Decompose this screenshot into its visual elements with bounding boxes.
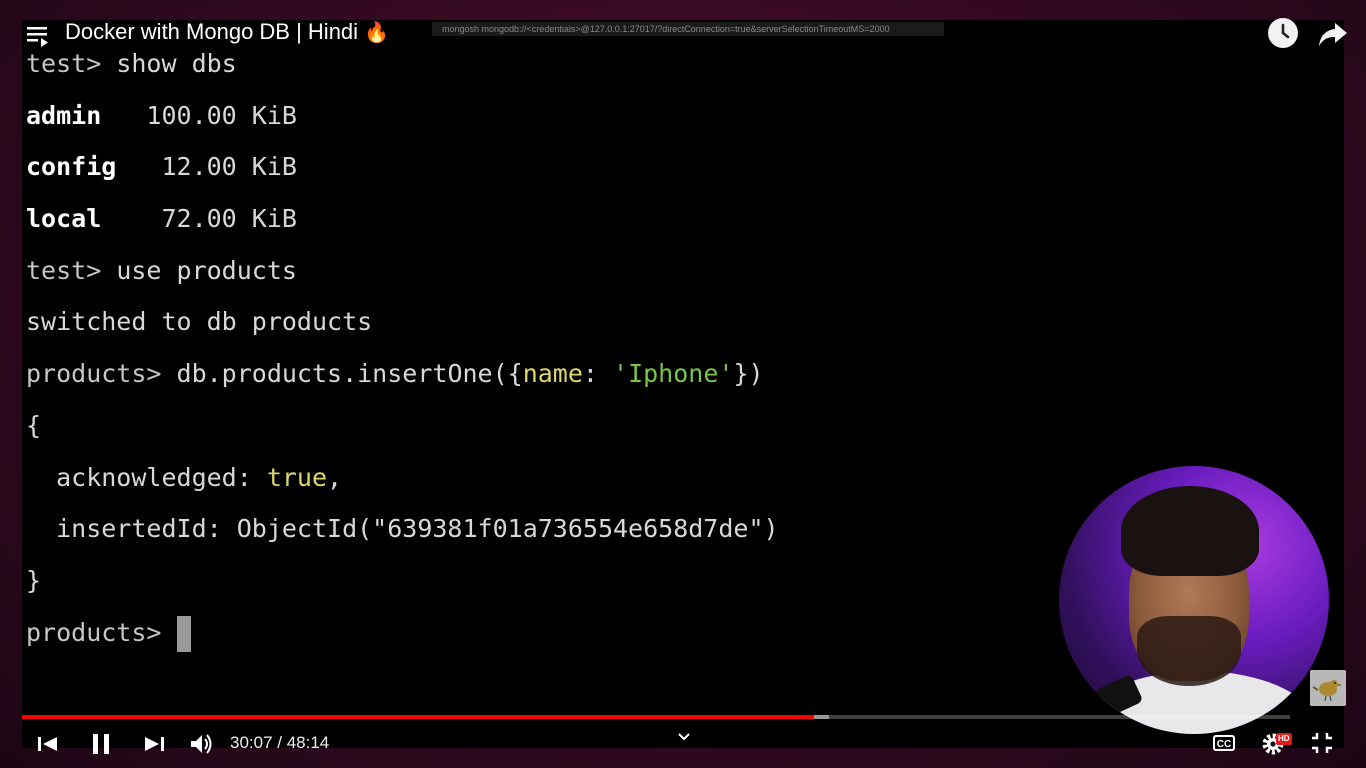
terminal-line: config 12.00 KiB — [26, 145, 1044, 197]
command-end: }) — [733, 359, 764, 389]
terminal-line: switched to db products — [26, 300, 1044, 352]
object-key: name — [522, 359, 583, 389]
db-size: 12.00 KiB — [116, 152, 297, 182]
presenter-beard — [1137, 616, 1241, 686]
terminal-line: insertedId: ObjectId("639381f01a736554e6… — [26, 507, 1044, 559]
presenter-hair — [1121, 486, 1259, 576]
chevron-down-icon[interactable] — [674, 730, 694, 744]
output-text: insertedId: ObjectId("639381f01a736554e6… — [26, 514, 779, 544]
prompt: test> — [26, 255, 117, 285]
player-controls: 30:07 / 48:14 CC HD — [22, 726, 1344, 762]
clock-icon[interactable] — [1268, 18, 1298, 48]
prompt: test> — [26, 49, 117, 78]
video-title-text: Docker with Mongo DB | Hindi — [65, 19, 359, 44]
fire-emoji: 🔥 — [364, 22, 390, 44]
volume-icon[interactable] — [188, 730, 214, 758]
terminal-line: test> use products — [26, 249, 1044, 301]
string-value: 'Iphone' — [613, 359, 734, 389]
boolean-value: true — [266, 462, 328, 492]
command: show dbs — [116, 49, 237, 78]
playlist-icon[interactable] — [26, 24, 52, 48]
player-top-bar: Docker with Mongo DB | Hindi 🔥 — [22, 18, 1347, 50]
progress-played — [22, 715, 814, 719]
terminal-line: products> — [26, 611, 1044, 663]
db-size: 100.00 KiB — [101, 100, 297, 130]
terminal-output: test> show dbs admin 100.00 KiB config 1… — [26, 42, 1044, 662]
terminal-line: local 72.00 KiB — [26, 197, 1044, 249]
share-icon[interactable] — [1318, 20, 1348, 48]
brace: { — [26, 410, 42, 440]
object-key: acknowledged: — [26, 462, 267, 492]
terminal-line: products> db.products.insertOne({name: '… — [26, 352, 1044, 404]
pause-icon[interactable] — [88, 730, 114, 758]
cc-icon[interactable]: CC — [1213, 735, 1235, 751]
previous-icon[interactable] — [36, 730, 60, 758]
db-size: 72.00 KiB — [101, 204, 297, 234]
presenter-webcam — [1059, 466, 1329, 734]
hd-badge: HD — [1276, 733, 1292, 745]
output-text: switched to db products — [26, 307, 373, 337]
time-display: 30:07 / 48:14 — [230, 733, 330, 752]
terminal-line: { — [26, 404, 1044, 456]
video-title[interactable]: Docker with Mongo DB | Hindi 🔥 — [65, 20, 389, 45]
db-name: admin — [26, 100, 102, 130]
terminal-line: acknowledged: true, — [26, 456, 1044, 508]
colon: : — [582, 359, 614, 389]
command: db.products.insertOne({ — [176, 359, 523, 389]
db-name: local — [26, 204, 102, 234]
exit-fullscreen-icon[interactable] — [1310, 731, 1334, 755]
terminal-cursor — [176, 615, 191, 652]
next-icon[interactable] — [142, 730, 166, 758]
terminal-line: admin 100.00 KiB — [26, 94, 1044, 146]
terminal-line: } — [26, 559, 1044, 611]
prompt: products> — [26, 359, 177, 389]
brace: } — [26, 565, 42, 595]
prompt: products> — [26, 617, 177, 647]
command: use products — [116, 255, 297, 285]
comma: , — [327, 462, 343, 492]
progress-bar[interactable] — [22, 715, 1290, 719]
bird-logo-icon — [1310, 670, 1346, 706]
db-name: config — [26, 152, 117, 182]
